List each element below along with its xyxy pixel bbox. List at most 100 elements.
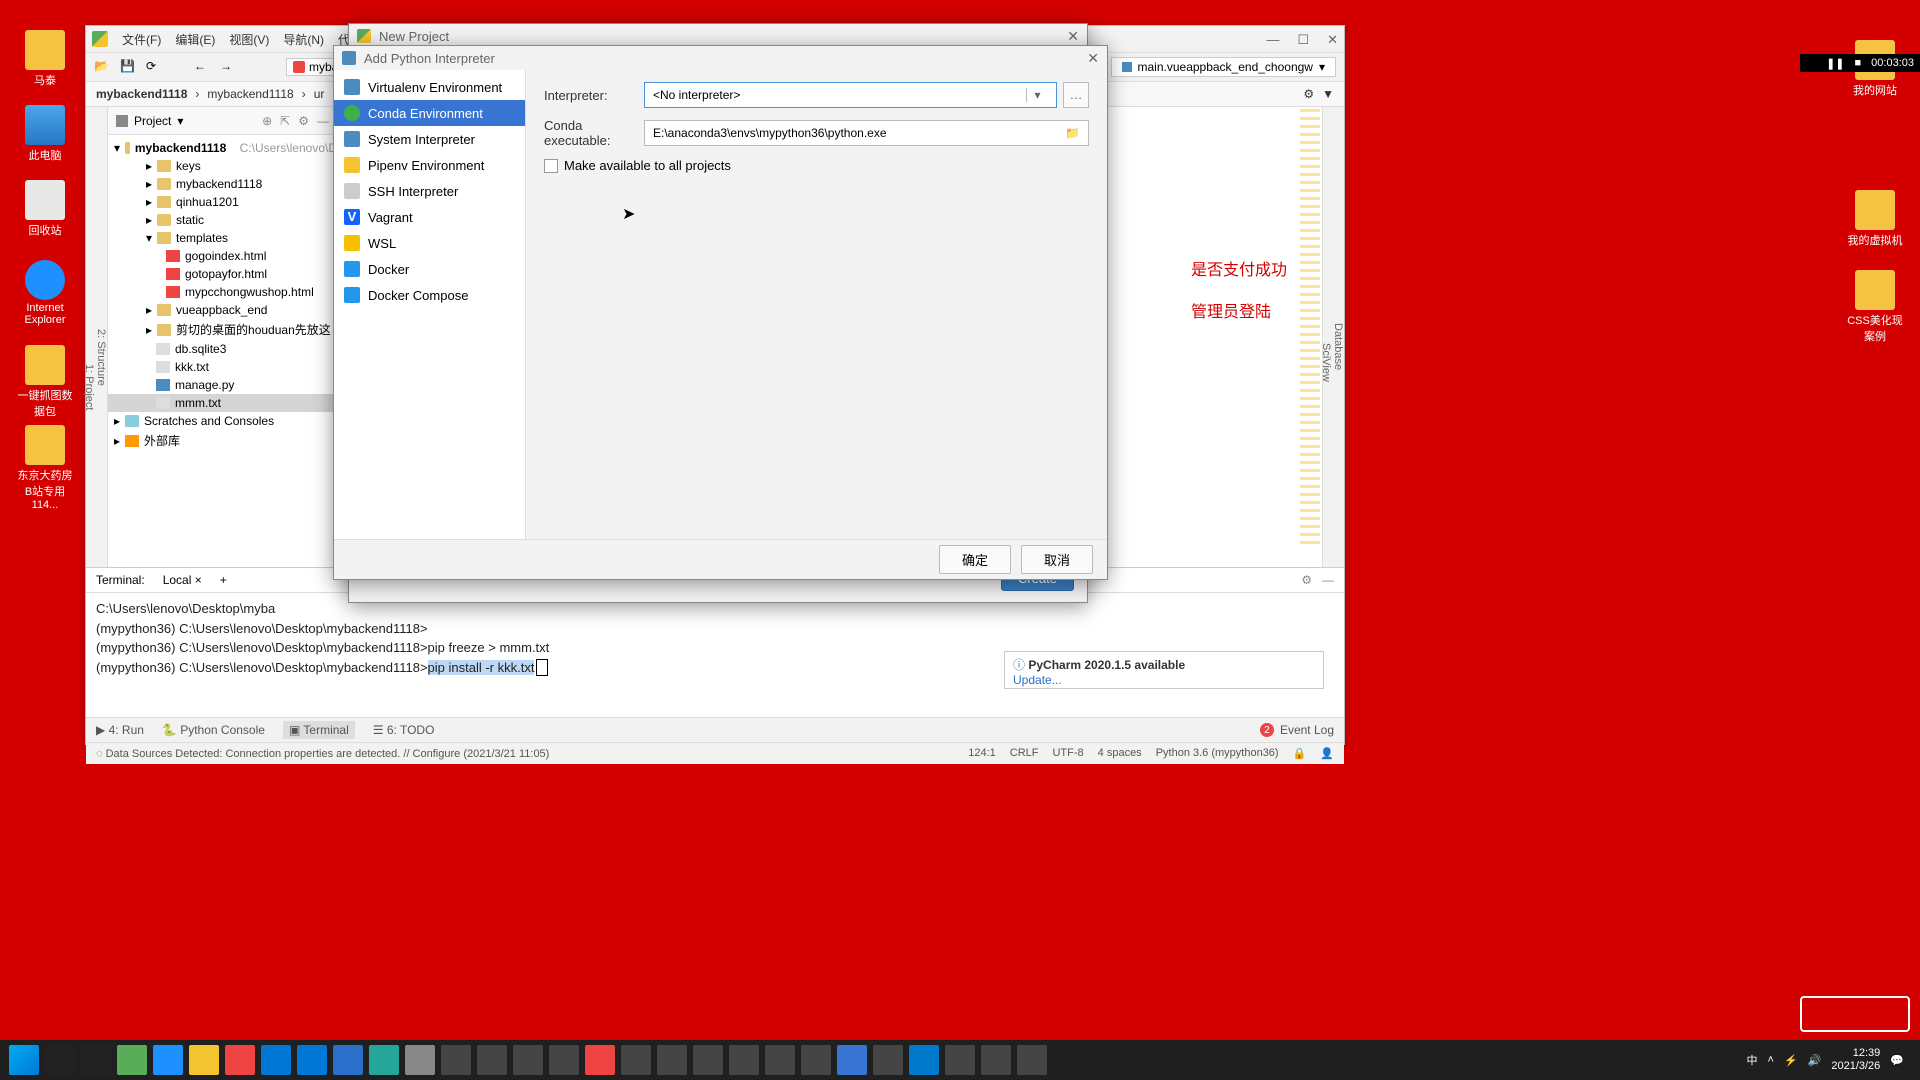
status-caret[interactable]: 124:1 [968, 747, 996, 760]
menu-navigate[interactable]: 导航(N) [283, 31, 324, 48]
run-tab[interactable]: ▶ 4: Run [96, 723, 144, 737]
env-pipenv[interactable]: Pipenv Environment [334, 152, 525, 178]
back-icon[interactable]: ← [194, 59, 210, 75]
tool-database[interactable]: Database [1332, 127, 1344, 567]
taskbar-app[interactable] [981, 1045, 1011, 1075]
tray-chevron-up-icon[interactable]: ˄ [1768, 1054, 1774, 1066]
env-docker-compose[interactable]: Docker Compose [334, 282, 525, 308]
tree-item[interactable]: keys [176, 159, 201, 173]
taskbar-app[interactable] [117, 1045, 147, 1075]
desktop-icon[interactable]: 一键抓图数据包 [15, 345, 75, 419]
minimize-icon[interactable]: — [1266, 32, 1279, 48]
desktop-icon-pc[interactable]: 此电脑 [15, 105, 75, 163]
tool-project[interactable]: 1: Project [83, 207, 95, 567]
taskbar-app[interactable] [513, 1045, 543, 1075]
person-icon[interactable]: 👤 [1320, 747, 1334, 760]
editor-minimap[interactable] [1300, 109, 1320, 549]
status-lineend[interactable]: CRLF [1010, 747, 1039, 760]
taskbar-app[interactable] [441, 1045, 471, 1075]
desktop-icon[interactable]: 我的虚拟机 [1845, 190, 1905, 248]
tool-structure[interactable]: 2: Structure [95, 147, 107, 567]
terminal-tab-local[interactable]: Local × [155, 571, 210, 589]
taskbar-app[interactable] [657, 1045, 687, 1075]
menu-edit[interactable]: 编辑(E) [175, 31, 215, 48]
task-view-icon[interactable] [81, 1045, 111, 1075]
desktop-icon-ie[interactable]: Internet Explorer [15, 260, 75, 326]
tree-item[interactable]: gotopayfor.html [185, 267, 267, 281]
taskbar-app[interactable] [837, 1045, 867, 1075]
taskbar-app[interactable] [369, 1045, 399, 1075]
taskbar-app[interactable] [801, 1045, 831, 1075]
env-wsl[interactable]: WSL [334, 230, 525, 256]
make-available-checkbox[interactable]: Make available to all projects [544, 158, 1089, 173]
taskbar-app[interactable] [261, 1045, 291, 1075]
tray-ime[interactable]: 中 [1747, 1052, 1758, 1068]
conda-exe-field[interactable]: E:\anaconda3\envs\mypython36\python.exe … [644, 120, 1089, 146]
refresh-icon[interactable]: ⟳ [146, 59, 162, 75]
status-message[interactable]: Data Sources Detected: Connection proper… [106, 748, 550, 760]
taskbar-app[interactable] [189, 1045, 219, 1075]
close-icon[interactable]: ✕ [1327, 32, 1338, 48]
stop-icon[interactable]: ■ [1855, 57, 1862, 69]
tree-item[interactable]: vueappback_end [176, 303, 267, 317]
status-encoding[interactable]: UTF-8 [1052, 747, 1083, 760]
taskbar-app[interactable] [729, 1045, 759, 1075]
breadcrumb-root[interactable]: mybackend1118 [96, 87, 187, 101]
todo-tab[interactable]: ☰ 6: TODO [373, 723, 435, 737]
interpreter-dropdown[interactable]: <No interpreter> ▾ [644, 82, 1057, 108]
search-icon[interactable] [45, 1045, 75, 1075]
env-ssh[interactable]: SSH Interpreter [334, 178, 525, 204]
tree-item[interactable]: mypcchongwushop.html [185, 285, 314, 299]
lock-icon[interactable]: 🔒 [1293, 747, 1307, 760]
gear-icon[interactable]: ⚙ [298, 114, 309, 128]
tree-item[interactable]: kkk.txt [175, 360, 209, 374]
taskbar-app[interactable] [621, 1045, 651, 1075]
env-virtualenv[interactable]: Virtualenv Environment [334, 74, 525, 100]
tree-item[interactable]: qinhua1201 [176, 195, 239, 209]
folder-icon[interactable]: 📁 [1065, 126, 1080, 140]
run-config-selector[interactable]: main.vueappback_end_choongw ▾ [1111, 57, 1337, 77]
taskbar-app[interactable] [1017, 1045, 1047, 1075]
taskbar-app[interactable] [549, 1045, 579, 1075]
taskbar-app[interactable] [297, 1045, 327, 1075]
hide-icon[interactable]: — [317, 114, 329, 128]
env-system[interactable]: System Interpreter [334, 126, 525, 152]
start-button[interactable] [9, 1045, 39, 1075]
menu-file[interactable]: 文件(F) [122, 31, 161, 48]
breadcrumb-item[interactable]: ur [314, 87, 325, 101]
taskbar-app[interactable] [585, 1045, 615, 1075]
project-tree[interactable]: ▾mybackend1118 C:\Users\lenovo\D ▸keys ▸… [108, 135, 337, 455]
desktop-icon[interactable]: 东京大药房B站专用114... [15, 425, 75, 511]
tree-item[interactable]: db.sqlite3 [175, 342, 226, 356]
save-icon[interactable]: 💾 [120, 59, 136, 75]
gear-icon[interactable]: ⚙ [1301, 573, 1312, 587]
chevron-down-icon[interactable]: ▾ [177, 114, 183, 128]
tree-item[interactable]: mybackend1118 [176, 177, 262, 191]
tree-item[interactable]: templates [176, 231, 228, 245]
env-docker[interactable]: Docker [334, 256, 525, 282]
close-tab-icon[interactable]: × [195, 573, 202, 587]
desktop-icon[interactable]: CSS美化现案例 [1845, 270, 1905, 344]
taskbar-app[interactable] [477, 1045, 507, 1075]
browse-button[interactable]: … [1063, 82, 1089, 108]
env-conda[interactable]: Conda Environment [334, 100, 525, 126]
desktop-icon-recycle[interactable]: 回收站 [15, 180, 75, 238]
open-icon[interactable]: 📂 [94, 59, 110, 75]
close-icon[interactable]: ✕ [1087, 50, 1099, 67]
close-icon[interactable]: ✕ [1067, 28, 1079, 45]
taskbar-app[interactable] [333, 1045, 363, 1075]
taskbar-app[interactable] [153, 1045, 183, 1075]
tree-external-libs[interactable]: 外部库 [144, 432, 180, 449]
collapse-icon[interactable]: ⇱ [280, 114, 290, 128]
event-log-tab[interactable]: Event Log [1280, 723, 1334, 737]
tray-clock[interactable]: 12:39 2021/3/26 [1831, 1047, 1880, 1073]
tree-root[interactable]: mybackend1118 [135, 141, 226, 155]
taskbar-app[interactable] [873, 1045, 903, 1075]
python-console-tab[interactable]: 🐍 Python Console [162, 723, 265, 737]
tree-item[interactable]: 剪切的桌面的houduan先放这 [176, 321, 331, 338]
taskbar-app[interactable] [909, 1045, 939, 1075]
maximize-icon[interactable]: ☐ [1297, 32, 1309, 48]
status-interpreter[interactable]: Python 3.6 (mypython36) [1156, 747, 1279, 760]
taskbar-app[interactable] [945, 1045, 975, 1075]
tree-item-selected[interactable]: mmm.txt [175, 396, 221, 410]
